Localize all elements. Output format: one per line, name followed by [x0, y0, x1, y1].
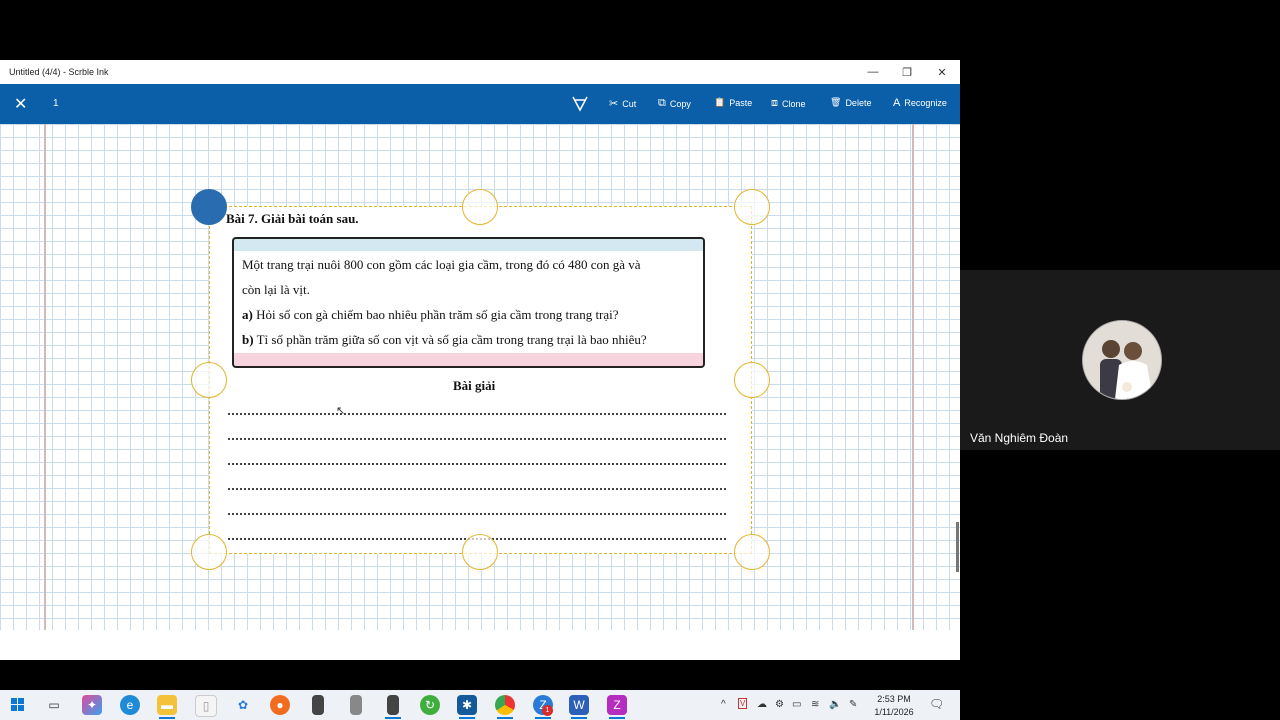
answer-line [228, 413, 726, 415]
cut-button[interactable]: ✂ Cut [609, 97, 636, 110]
clock-time: 2:53 PM [877, 694, 911, 704]
paste-button[interactable]: 📋 Paste [714, 97, 752, 108]
window-title: Untitled (4/4) - Scrble Ink [9, 67, 109, 77]
system-clock[interactable]: 2:53 PM 1/11/2026 [868, 693, 920, 719]
scissors-icon: ✂ [609, 98, 619, 110]
pen-icon[interactable]: ✎ [849, 699, 857, 710]
problem-question-b: b) Tỉ số phần trăm giữa số con vịt và số… [242, 332, 647, 348]
answer-line [228, 513, 726, 515]
calculator-icon[interactable] [387, 695, 399, 715]
answer-line [228, 488, 726, 490]
active-app-indicator [497, 717, 513, 719]
participant-name: Văn Nghiêm Đoàn [970, 431, 1069, 445]
selection-toolbar: ✕ 1 ✂ Cut ⧉ Copy 📋 Paste ⧈ Clone 🗑 Delet… [0, 84, 960, 124]
copy-label: Copy [669, 98, 691, 109]
active-app-indicator [609, 717, 625, 719]
recognize-label: Recognize [904, 98, 947, 108]
vietkey-icon[interactable]: V [738, 698, 748, 709]
active-app-indicator [459, 717, 475, 719]
selection-count: 1 [53, 98, 59, 109]
battery-icon[interactable]: ▭ [792, 699, 801, 710]
geogebra-icon[interactable]: ↻ [420, 695, 440, 715]
question-a-text: Hỏi số con gà chiếm bao nhiêu phần trăm … [252, 307, 619, 322]
notepad-icon[interactable]: ▯ [195, 695, 217, 717]
question-a-marker: a) [242, 307, 253, 322]
clock-date: 1/11/2026 [874, 707, 914, 717]
clone-icon: ⧈ [771, 97, 778, 109]
copy-icon: ⧉ [658, 97, 666, 109]
resize-handle-bottom-left[interactable] [191, 534, 227, 570]
calculator-icon[interactable] [350, 695, 362, 715]
app-icon[interactable]: ✱ [457, 695, 477, 715]
chrome-icon[interactable] [495, 695, 515, 715]
firefox-icon[interactable]: ● [270, 695, 290, 715]
minimize-button[interactable]: — [856, 60, 890, 84]
copy-button[interactable]: ⧉ Copy [658, 97, 691, 110]
copilot-icon[interactable]: ✦ [82, 695, 102, 715]
question-b-marker: b) [242, 332, 254, 347]
mouse-cursor-icon: ↖ [336, 405, 346, 417]
notifications-icon[interactable]: 🗨 [929, 697, 944, 711]
app-icon[interactable]: ✿ [233, 695, 253, 715]
resize-handle-bottom-right[interactable] [734, 534, 770, 570]
lasso-icon[interactable] [571, 95, 589, 115]
problem-question-a: a) Hỏi số con gà chiếm bao nhiêu phần tr… [242, 307, 619, 323]
title-bar: Untitled (4/4) - Scrble Ink — ❐ ✕ [0, 60, 960, 84]
answer-line [228, 438, 726, 440]
scrble-ink-window: Untitled (4/4) - Scrble Ink — ❐ ✕ ✕ 1 ✂ … [0, 60, 960, 720]
restore-button[interactable]: ❐ [890, 60, 924, 84]
scrble-ink-icon[interactable]: Z [607, 695, 627, 715]
calculator-icon[interactable] [312, 695, 324, 715]
windows-start-icon[interactable] [11, 698, 25, 717]
word-icon[interactable]: W [569, 695, 589, 715]
wifi-icon[interactable]: ≋ [811, 699, 819, 710]
active-app-indicator [571, 717, 587, 719]
close-selection-icon[interactable]: ✕ [14, 94, 27, 114]
resize-handle-left[interactable] [191, 362, 227, 398]
problem-line-2: còn lại là vịt. [242, 282, 310, 297]
delete-label: Delete [845, 97, 872, 108]
resize-handle-bottom[interactable] [462, 534, 498, 570]
notification-badge: 1 [542, 705, 553, 716]
trash-icon: 🗑 [830, 97, 842, 107]
resize-handle-top-right[interactable] [734, 189, 770, 225]
resize-handle-right[interactable] [734, 362, 770, 398]
windows-taskbar: ▭ ✦ e ▬ ▯ ✿ ● ↻ ✱ Z 1 W Z ^ V ☁ ⚙ ▭ ≋ 🔈 … [0, 690, 960, 720]
active-app-indicator [159, 717, 175, 719]
participant-avatar [1082, 320, 1162, 400]
recognize-button[interactable]: A Recognize [893, 97, 947, 109]
vertical-scrollbar[interactable] [956, 522, 959, 572]
left-margin-line [44, 124, 46, 630]
clone-label: Clone [782, 98, 806, 109]
speaker-icon[interactable]: 🔈 [829, 699, 841, 710]
active-app-indicator [535, 717, 551, 719]
cut-label: Cut [622, 98, 637, 109]
cloud-icon[interactable]: ☁ [757, 699, 767, 710]
close-window-button[interactable]: ✕ [925, 60, 959, 84]
clone-button[interactable]: ⧈ Clone [771, 97, 806, 110]
active-app-indicator [385, 717, 401, 719]
right-margin-line [912, 124, 914, 630]
delete-button[interactable]: 🗑 Delete [830, 97, 871, 108]
exercise-heading: Bài 7. Giải bài toán sau. [226, 211, 359, 226]
task-view-icon[interactable]: ▭ [44, 695, 64, 715]
chevron-up-icon[interactable]: ^ [721, 699, 726, 710]
file-explorer-icon[interactable]: ▬ [157, 695, 177, 715]
resize-handle-top[interactable] [462, 189, 498, 225]
solution-heading: Bài giải [453, 378, 496, 393]
rotate-handle[interactable] [191, 189, 227, 225]
problem-line-1: Một trang trại nuôi 800 con gồm các loại… [242, 257, 641, 272]
answer-line [228, 463, 726, 465]
clipboard-icon: 📋 [714, 97, 726, 107]
paste-label: Paste [729, 97, 753, 108]
recognize-icon: A [893, 97, 901, 109]
question-b-text: Tỉ số phần trăm giữa số con vịt và số gi… [253, 332, 647, 347]
edge-icon[interactable]: e [120, 695, 140, 715]
app-tray-icon[interactable]: ⚙ [775, 699, 784, 710]
ink-canvas[interactable]: Bài 7. Giải bài toán sau. Một trang trại… [0, 124, 960, 630]
